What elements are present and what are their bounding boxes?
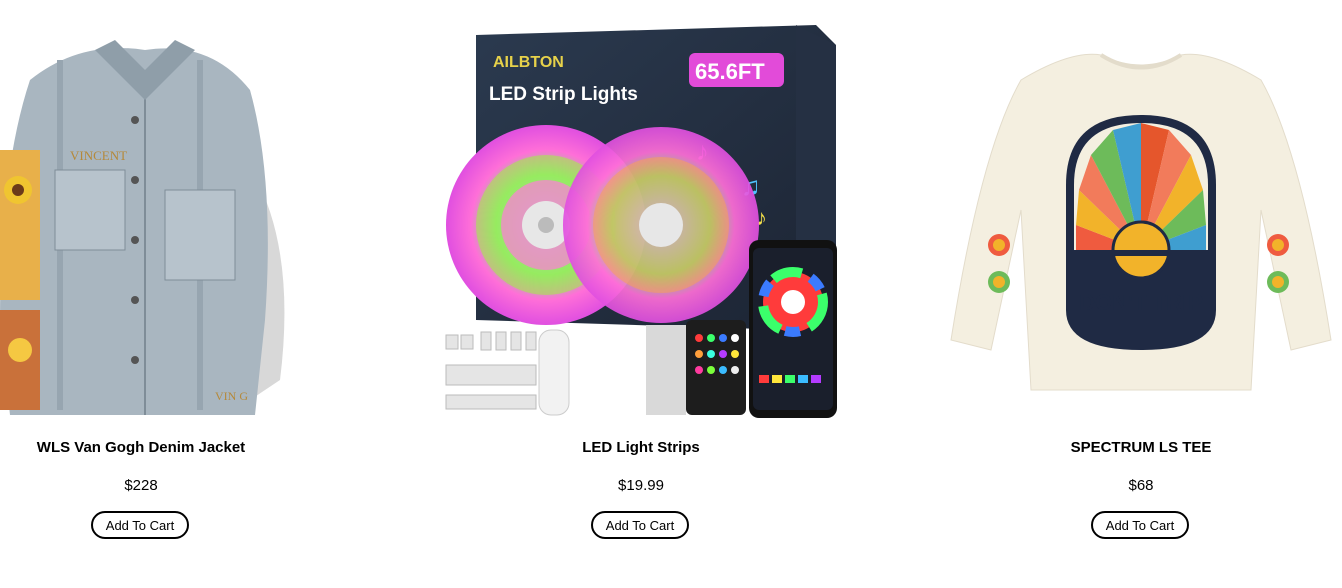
product-price: $228 <box>124 477 158 494</box>
add-to-cart-button[interactable]: Add To Cart <box>1091 511 1189 539</box>
product-image-led-strips[interactable]: AILBTON LED Strip Lights 65.6FT ♪ ♫ ♪ <box>441 20 841 420</box>
box-badge-text: 65.6FT <box>695 59 765 84</box>
denim-jacket-image: VINCENT VIN G <box>0 20 290 420</box>
product-name[interactable]: WLS Van Gogh Denim Jacket <box>0 439 341 456</box>
product-image-denim-jacket[interactable]: VINCENT VIN G <box>0 20 290 420</box>
svg-text:VIN G: VIN G <box>215 389 248 403</box>
tee-graphic-text: DON'T TRIP <box>1079 290 1203 315</box>
product-image-spectrum-tee[interactable]: DON'T TRIP <box>941 20 1341 420</box>
product-card-led-strips: AILBTON LED Strip Lights 65.6FT ♪ ♫ ♪ <box>441 0 841 588</box>
jacket-embroidery-text: VINCENT <box>70 148 127 163</box>
product-name[interactable]: SPECTRUM LS TEE <box>941 439 1341 456</box>
product-name[interactable]: LED Light Strips <box>441 439 841 456</box>
product-price: $68 <box>1128 477 1154 494</box>
product-card-denim-jacket: VINCENT VIN G WLS Van Gogh Denim Jacket … <box>0 0 341 588</box>
box-brand-text: AILBTON <box>493 54 564 71</box>
led-strips-image: AILBTON LED Strip Lights 65.6FT ♪ ♫ ♪ <box>441 20 841 420</box>
product-card-spectrum-tee: DON'T TRIP SPECTRUM LS TEE $68 Add To Ca… <box>941 0 1341 588</box>
box-title-text: LED Strip Lights <box>489 84 638 105</box>
add-to-cart-button[interactable]: Add To Cart <box>591 511 689 539</box>
add-to-cart-button[interactable]: Add To Cart <box>91 511 189 539</box>
product-price: $19.99 <box>618 477 664 494</box>
spectrum-tee-image: DON'T TRIP <box>941 20 1341 420</box>
